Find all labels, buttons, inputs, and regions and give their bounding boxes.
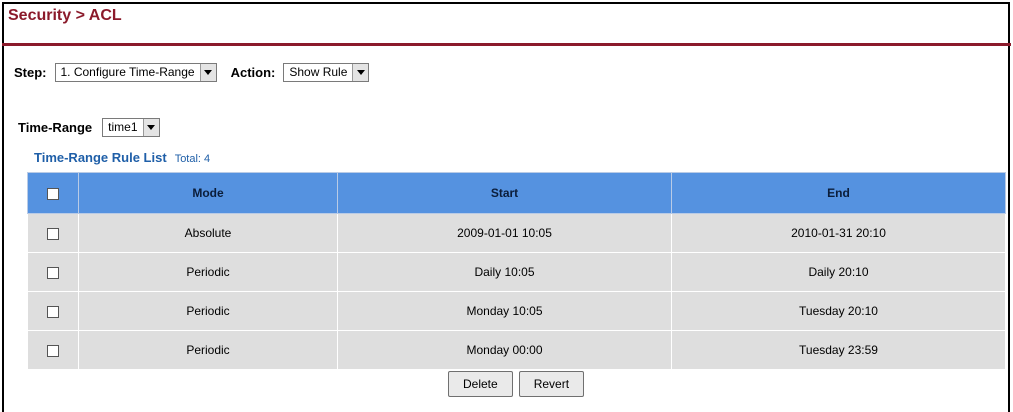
time-range-row: Time-Range time1 bbox=[18, 116, 160, 138]
revert-button[interactable]: Revert bbox=[518, 371, 585, 397]
start-cell: Monday 00:00 bbox=[337, 330, 672, 370]
row-checkbox[interactable] bbox=[47, 266, 59, 279]
row-checkbox[interactable] bbox=[47, 344, 59, 357]
action-dropdown-icon[interactable] bbox=[352, 63, 369, 81]
action-label: Action: bbox=[230, 64, 276, 80]
select-all-checkbox[interactable] bbox=[47, 187, 59, 200]
title-divider bbox=[2, 43, 1011, 46]
table-row: Absolute 2009-01-01 10:05 2010-01-31 20:… bbox=[27, 213, 1006, 253]
row-checkbox-cell bbox=[27, 291, 79, 331]
row-checkbox-cell bbox=[27, 213, 79, 253]
select-all-cell bbox=[27, 172, 79, 214]
row-checkbox[interactable] bbox=[47, 305, 59, 318]
table-header-row: Mode Start End bbox=[27, 172, 1006, 214]
table-row: Periodic Monday 10:05 Tuesday 20:10 bbox=[27, 291, 1006, 331]
action-select-value: Show Rule bbox=[289, 65, 348, 79]
step-select[interactable]: 1. Configure Time-Range bbox=[54, 62, 217, 82]
row-checkbox[interactable] bbox=[47, 227, 59, 240]
rule-list-total: Total: 4 bbox=[174, 153, 211, 165]
column-header-end: End bbox=[671, 172, 1006, 214]
rule-list-heading: Time-Range Rule List Total: 4 bbox=[34, 150, 210, 165]
mode-cell: Absolute bbox=[78, 213, 338, 253]
table-row: Periodic Monday 00:00 Tuesday 23:59 bbox=[27, 330, 1006, 370]
delete-button[interactable]: Delete bbox=[448, 371, 513, 397]
mode-cell: Periodic bbox=[78, 330, 338, 370]
time-range-dropdown-icon[interactable] bbox=[142, 118, 159, 136]
step-dropdown-icon[interactable] bbox=[199, 63, 216, 81]
action-select[interactable]: Show Rule bbox=[283, 62, 370, 82]
mode-cell: Periodic bbox=[78, 252, 338, 292]
step-select-value: 1. Configure Time-Range bbox=[60, 65, 195, 79]
column-header-mode: Mode bbox=[78, 172, 338, 214]
mode-cell: Periodic bbox=[78, 291, 338, 331]
column-header-start: Start bbox=[337, 172, 672, 214]
end-cell: 2010-01-31 20:10 bbox=[671, 213, 1006, 253]
row-checkbox-cell bbox=[27, 330, 79, 370]
end-cell: Tuesday 20:10 bbox=[671, 291, 1006, 331]
rule-list-title: Time-Range Rule List bbox=[34, 150, 167, 165]
step-label: Step: bbox=[14, 64, 47, 80]
step-action-row: Step: 1. Configure Time-Range Action: Sh… bbox=[14, 61, 370, 83]
time-range-select[interactable]: time1 bbox=[102, 117, 160, 137]
page-title: Security > ACL bbox=[8, 7, 122, 24]
end-cell: Daily 20:10 bbox=[671, 252, 1006, 292]
row-checkbox-cell bbox=[27, 252, 79, 292]
time-range-label: Time-Range bbox=[18, 119, 93, 135]
start-cell: Daily 10:05 bbox=[337, 252, 672, 292]
time-range-select-value: time1 bbox=[108, 120, 138, 134]
action-buttons: Delete Revert bbox=[448, 371, 585, 397]
start-cell: 2009-01-01 10:05 bbox=[337, 213, 672, 253]
end-cell: Tuesday 23:59 bbox=[671, 330, 1006, 370]
table-row: Periodic Daily 10:05 Daily 20:10 bbox=[27, 252, 1006, 292]
start-cell: Monday 10:05 bbox=[337, 291, 672, 331]
time-range-rule-table: Mode Start End Absolute 2009-01-01 10:05… bbox=[27, 172, 1006, 370]
